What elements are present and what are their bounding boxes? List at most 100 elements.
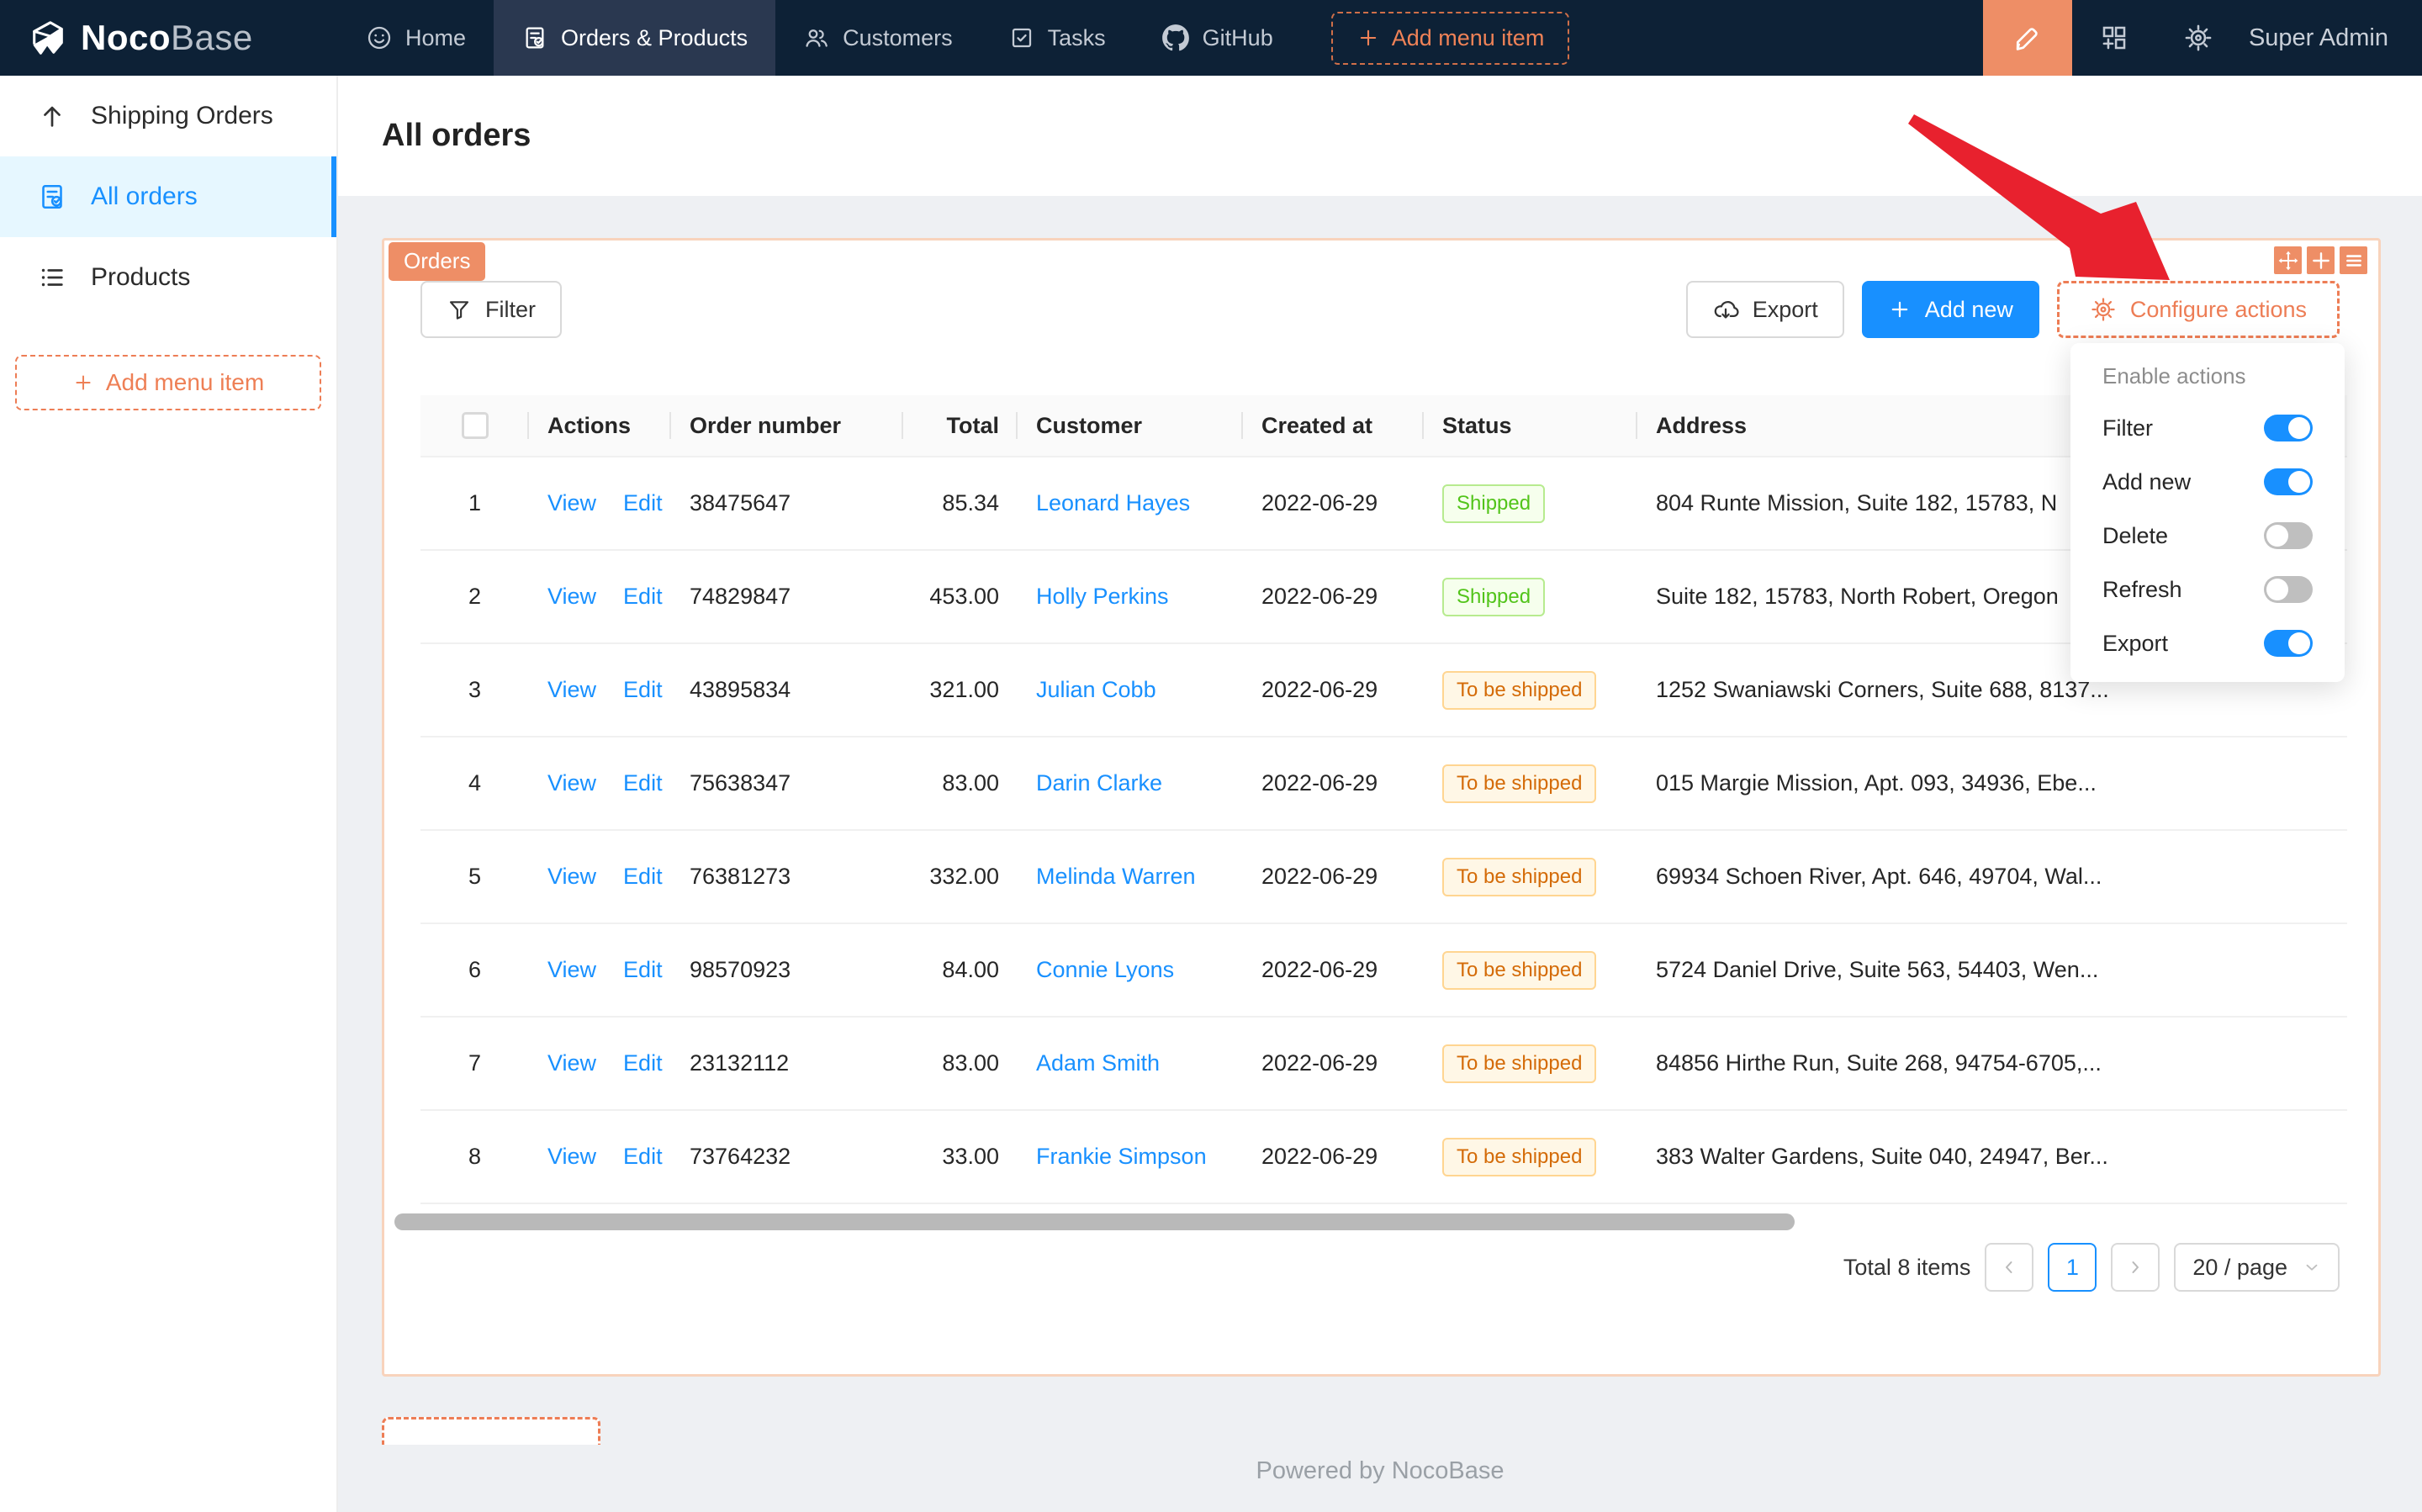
prev-page-button[interactable] xyxy=(1985,1243,2033,1292)
status-badge: To be shipped xyxy=(1442,858,1596,896)
status-badge: Shipped xyxy=(1442,484,1545,523)
orders-icon xyxy=(521,24,548,51)
enable-action-item[interactable]: Refresh xyxy=(2070,563,2345,616)
view-link[interactable]: View xyxy=(547,584,596,610)
toggle-switch[interactable] xyxy=(2264,415,2313,441)
column-header-order-number: Order number xyxy=(671,413,903,439)
user-menu[interactable]: Super Admin xyxy=(2240,24,2422,52)
navbar-right: Super Admin xyxy=(1983,0,2422,76)
nocobase-logo[interactable]: NocoBase xyxy=(0,0,338,76)
add-new-button[interactable]: Add new xyxy=(1862,281,2039,338)
edit-link[interactable]: Edit xyxy=(623,770,663,796)
status-cell: To be shipped xyxy=(1424,764,1637,803)
toggle-switch[interactable] xyxy=(2264,576,2313,603)
horizontal-scrollbar[interactable] xyxy=(394,1213,1795,1230)
total-cell: 83.00 xyxy=(903,770,1018,796)
chevron-down-icon xyxy=(2303,1258,2321,1277)
customer-link[interactable]: Holly Perkins xyxy=(1036,584,1169,610)
enable-action-item[interactable]: Add new xyxy=(2070,455,2345,509)
select-all-checkbox[interactable] xyxy=(420,412,529,439)
page-size-select[interactable]: 20 / page xyxy=(2174,1243,2340,1292)
plus-icon xyxy=(1888,298,1912,321)
enable-actions-list: Filter Add new Delete Refresh Export xyxy=(2070,401,2345,670)
filter-button[interactable]: Filter xyxy=(420,281,562,338)
enable-action-item[interactable]: Filter xyxy=(2070,401,2345,455)
edit-link[interactable]: Edit xyxy=(623,584,663,610)
table-row: 8 View Edit 73764232 33.00 Frankie Simps… xyxy=(420,1111,2347,1204)
customer-cell: Melinda Warren xyxy=(1018,864,1243,890)
customer-link[interactable]: Frankie Simpson xyxy=(1036,1144,1207,1170)
ui-editor-button[interactable] xyxy=(1983,0,2072,76)
enable-action-item[interactable]: Export xyxy=(2070,616,2345,670)
configure-actions-button[interactable]: Configure actions xyxy=(2057,281,2340,338)
enable-action-item[interactable]: Delete xyxy=(2070,509,2345,563)
view-link[interactable]: View xyxy=(547,864,596,890)
view-link[interactable]: View xyxy=(547,490,596,516)
view-link[interactable]: View xyxy=(547,1144,596,1170)
edit-link[interactable]: Edit xyxy=(623,1050,663,1076)
nav-item-home[interactable]: Home xyxy=(338,0,494,76)
edit-link[interactable]: Edit xyxy=(623,957,663,983)
nav-item-orders-products[interactable]: Orders & Products xyxy=(494,0,775,76)
nav-item-github[interactable]: GitHub xyxy=(1134,0,1301,76)
customer-link[interactable]: Leonard Hayes xyxy=(1036,490,1190,516)
view-link[interactable]: View xyxy=(547,957,596,983)
nav-item-tasks[interactable]: Tasks xyxy=(981,0,1134,76)
row-actions: View Edit xyxy=(529,490,671,516)
settings-button[interactable] xyxy=(2156,0,2240,76)
status-badge: To be shipped xyxy=(1442,951,1596,990)
table-row: 5 View Edit 76381273 332.00 Melinda Warr… xyxy=(420,831,2347,924)
edit-link[interactable]: Edit xyxy=(623,1144,663,1170)
plugin-manager-button[interactable] xyxy=(2072,0,2156,76)
pagination-total: Total 8 items xyxy=(1843,1255,1971,1281)
customer-cell: Adam Smith xyxy=(1018,1050,1243,1076)
sidebar-item-all-orders[interactable]: All orders xyxy=(0,156,336,237)
checkbox[interactable] xyxy=(462,412,489,439)
toggle-knob xyxy=(2288,471,2310,493)
column-header-actions: Actions xyxy=(529,413,671,439)
gear-icon xyxy=(2090,296,2117,323)
funnel-icon xyxy=(447,297,472,322)
customer-link[interactable]: Adam Smith xyxy=(1036,1050,1160,1076)
view-link[interactable]: View xyxy=(547,677,596,703)
nav-item-customers[interactable]: Customers xyxy=(775,0,981,76)
total-cell: 84.00 xyxy=(903,957,1018,983)
view-link[interactable]: View xyxy=(547,770,596,796)
sidebar-add-menu-item-button[interactable]: Add menu item xyxy=(15,355,321,410)
highlighter-icon xyxy=(2012,22,2044,54)
plus-icon xyxy=(72,372,94,394)
edit-link[interactable]: Edit xyxy=(623,677,663,703)
edit-link[interactable]: Edit xyxy=(623,490,663,516)
row-index: 6 xyxy=(420,957,529,983)
status-cell: To be shipped xyxy=(1424,951,1637,990)
sidebar: Shipping Orders All orders Products Add … xyxy=(0,76,338,1512)
menu-icon[interactable] xyxy=(2340,246,2367,274)
toggle-switch[interactable] xyxy=(2264,522,2313,549)
customer-link[interactable]: Melinda Warren xyxy=(1036,864,1196,890)
customer-link[interactable]: Darin Clarke xyxy=(1036,770,1162,796)
blocks-plus-icon xyxy=(2099,23,2129,53)
sidebar-item-shipping-orders[interactable]: Shipping Orders xyxy=(0,76,336,156)
created-at-cell: 2022-06-29 xyxy=(1243,864,1424,890)
add-block-button[interactable]: + Add block xyxy=(382,1417,600,1445)
order-number-cell: 76381273 xyxy=(671,864,903,890)
sidebar-item-products[interactable]: Products xyxy=(0,237,336,318)
drag-icon[interactable] xyxy=(2274,246,2302,274)
toggle-switch[interactable] xyxy=(2264,468,2313,495)
row-actions: View Edit xyxy=(529,584,671,610)
customer-link[interactable]: Julian Cobb xyxy=(1036,677,1156,703)
customer-cell: Julian Cobb xyxy=(1018,677,1243,703)
total-cell: 83.00 xyxy=(903,1050,1018,1076)
current-page-button[interactable]: 1 xyxy=(2048,1243,2097,1292)
customer-link[interactable]: Connie Lyons xyxy=(1036,957,1174,983)
export-button[interactable]: Export xyxy=(1686,281,1844,338)
row-actions: View Edit xyxy=(529,864,671,890)
total-cell: 33.00 xyxy=(903,1144,1018,1170)
toggle-switch[interactable] xyxy=(2264,630,2313,657)
next-page-button[interactable] xyxy=(2111,1243,2160,1292)
navbar-add-menu-item-button[interactable]: Add menu item xyxy=(1331,12,1570,65)
edit-link[interactable]: Edit xyxy=(623,864,663,890)
toolbar-actions: Export Add new Configure actions xyxy=(1686,281,2340,338)
view-link[interactable]: View xyxy=(547,1050,596,1076)
add-icon[interactable] xyxy=(2307,246,2335,274)
